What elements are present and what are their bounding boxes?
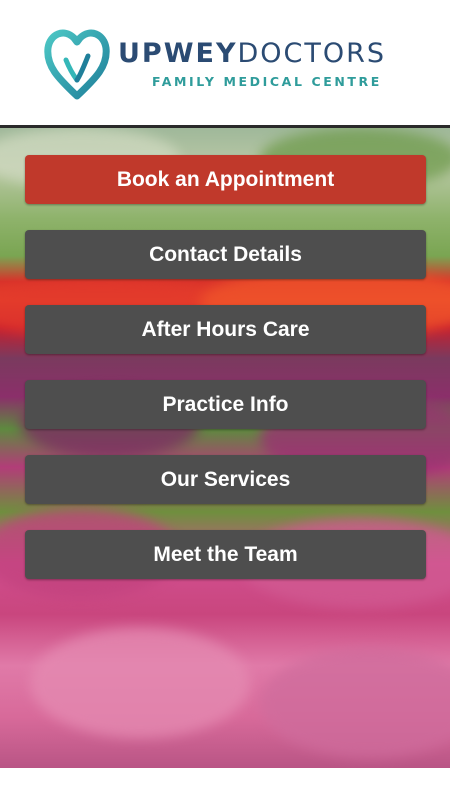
app-screen: UPWEYDOCTORS FAMILY MEDICAL CENTRE Book …	[0, 0, 450, 800]
brand-name: UPWEYDOCTORS	[118, 38, 386, 69]
brand-name-bold: UPWEY	[118, 38, 238, 69]
heart-logo-icon	[44, 29, 110, 100]
main-menu: Book an Appointment Contact Details Afte…	[25, 155, 426, 605]
header: UPWEYDOCTORS FAMILY MEDICAL CENTRE	[0, 0, 450, 126]
brand-tagline: FAMILY MEDICAL CENTRE	[152, 74, 382, 89]
after-hours-care-button[interactable]: After Hours Care	[25, 305, 426, 354]
contact-details-button[interactable]: Contact Details	[25, 230, 426, 279]
our-services-button[interactable]: Our Services	[25, 455, 426, 504]
brand-logo: UPWEYDOCTORS FAMILY MEDICAL CENTRE	[44, 26, 414, 106]
meet-the-team-button[interactable]: Meet the Team	[25, 530, 426, 579]
footer-strip	[0, 768, 450, 800]
book-appointment-button[interactable]: Book an Appointment	[25, 155, 426, 204]
bg-light-pink-tulips	[30, 628, 250, 738]
bg-light-pink-tulips-right	[260, 648, 450, 758]
brand-name-light: DOCTORS	[237, 38, 387, 69]
practice-info-button[interactable]: Practice Info	[25, 380, 426, 429]
